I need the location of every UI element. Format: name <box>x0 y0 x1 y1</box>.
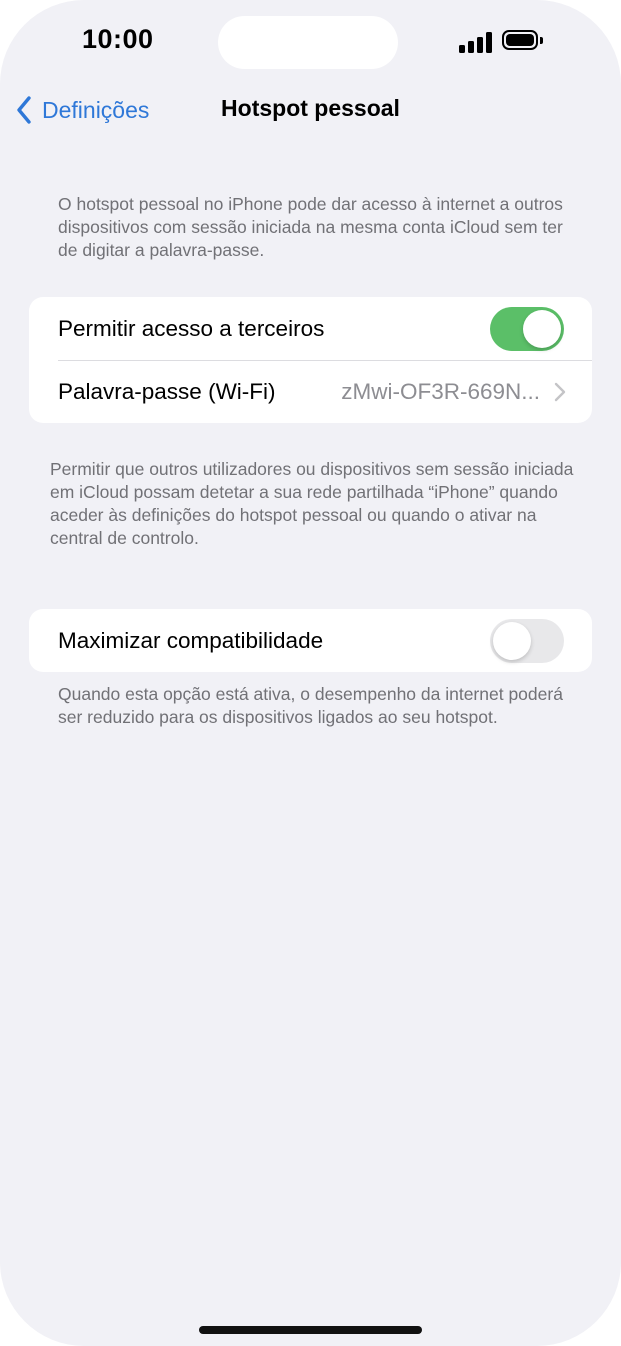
dynamic-island <box>218 16 398 69</box>
wifi-password-value: zMwi-OF3R-669N... <box>341 378 540 404</box>
chevron-right-icon <box>554 382 566 402</box>
row-divider <box>58 360 592 361</box>
allow-others-label: Permitir acesso a terceiros <box>58 315 325 341</box>
home-indicator[interactable] <box>199 1326 422 1334</box>
status-time: 10:00 <box>82 24 154 54</box>
battery-icon <box>502 30 548 54</box>
wifi-password-row[interactable]: Palavra-passe (Wi-Fi) zMwi-OF3R-669N... <box>29 360 592 423</box>
compatibility-description: Quando esta opção está ativa, o desempen… <box>58 684 563 727</box>
allow-others-row: Permitir acesso a terceiros <box>29 297 592 360</box>
toggle-knob <box>523 309 561 348</box>
hotspot-settings-card: Permitir acesso a terceiros Palavra-pass… <box>29 297 592 423</box>
toggle-knob <box>493 621 531 660</box>
signal-icon <box>459 31 493 53</box>
allow-others-description: Permitir que outros utilizadores ou disp… <box>50 459 574 548</box>
phone-screen: 10:00 Definições Hotspot pessoal O hotsp… <box>0 0 621 1346</box>
wifi-password-label: Palavra-passe (Wi-Fi) <box>58 378 276 404</box>
allow-others-toggle[interactable] <box>490 306 564 351</box>
maximize-compatibility-toggle[interactable] <box>490 618 564 663</box>
maximize-compatibility-label: Maximizar compatibilidade <box>58 627 324 653</box>
intro-description: O hotspot pessoal no iPhone pode dar ace… <box>58 194 563 260</box>
compatibility-card: Maximizar compatibilidade <box>29 609 592 672</box>
page-title: Hotspot pessoal <box>221 95 400 121</box>
maximize-compatibility-row: Maximizar compatibilidade <box>29 609 592 672</box>
